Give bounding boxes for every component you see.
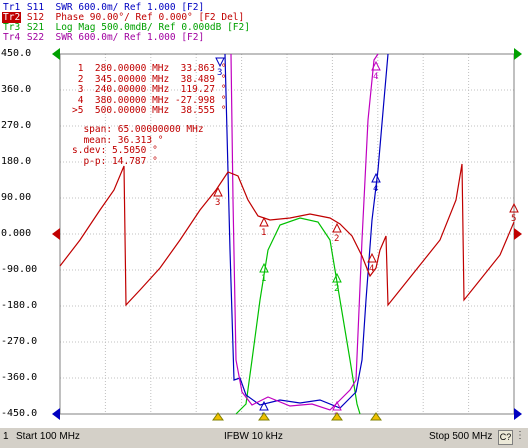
status-bar: 1 Start 100 MHz IFBW 10 kHz Stop 500 MHz… [0,427,528,448]
svg-text:2: 2 [334,234,339,244]
statistics-row: span: 65.00000000 MHz [72,124,204,135]
marker-1-s12[interactable]: 1 [259,216,269,238]
ref-arrow-left-icon[interactable] [52,408,60,420]
ref-arrow-right-icon[interactable] [514,48,522,60]
svg-text:1: 1 [261,228,266,238]
svg-text:2: 2 [334,284,339,294]
ifbw-value[interactable]: IFBW 10 kHz [224,431,283,442]
correction-button[interactable]: C? [498,430,513,445]
marker-4-s11[interactable]: 4 [371,172,381,194]
marker-row: >5 500.00000 MHz 38.555 ° [72,105,227,116]
ref-arrow-right-icon[interactable] [514,228,522,240]
marker-row: 3 240.00000 MHz 119.27 ° [72,84,227,95]
marker-row: 1 280.00000 MHz 33.863 ° [72,63,227,74]
svg-text:4: 4 [373,72,378,82]
vna-screen: Tr1 S11 SWR 600.0m/ Ref 1.000 [F2] Tr2 S1… [0,0,528,448]
resize-grip-icon: ⋮ [515,430,525,441]
svg-text:5: 5 [511,214,516,224]
channel-number: 1 [3,431,9,442]
statistics-row: p-p: 14.787 ° [72,155,158,167]
trace-s21 [235,217,361,415]
svg-text:4: 4 [369,264,374,274]
marker-2-s21[interactable]: 2 [332,272,342,294]
ref-arrow-right-icon[interactable] [514,408,522,420]
svg-text:4: 4 [373,184,378,194]
svg-text:3: 3 [215,198,220,208]
svg-text:1: 1 [261,274,266,284]
statistics-row: s.dev: 5.5050 ° [72,145,158,156]
trace-s11 [224,53,389,409]
stop-frequency[interactable]: Stop 500 MHz [429,431,492,442]
start-frequency[interactable]: Start 100 MHz [16,431,80,442]
marker-1-s21[interactable]: 1 [259,262,269,284]
ref-arrow-left-icon[interactable] [52,48,60,60]
ref-arrow-left-icon[interactable] [52,228,60,240]
